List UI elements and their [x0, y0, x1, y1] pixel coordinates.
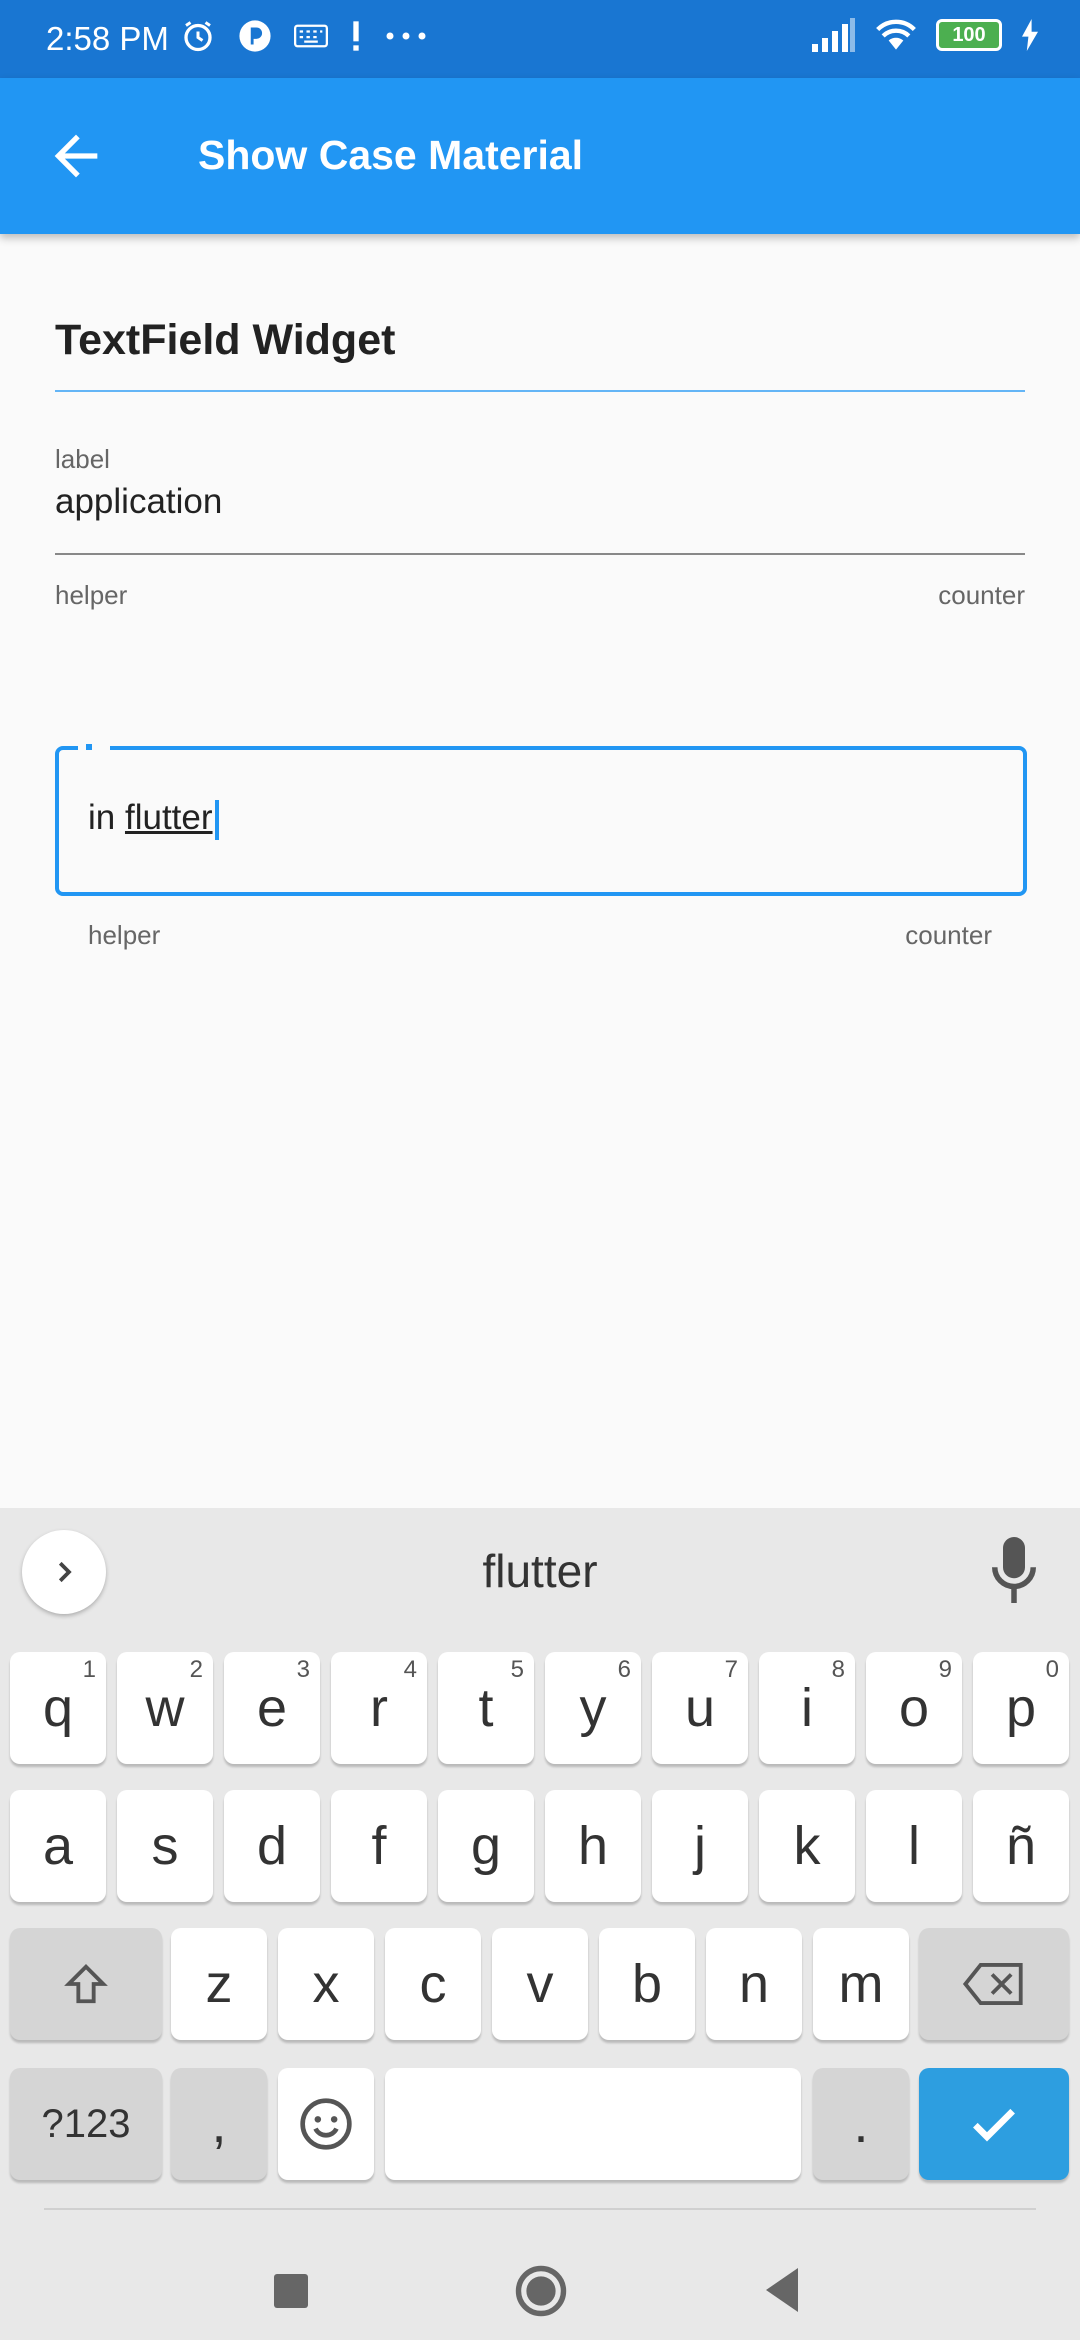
- more-icon: [386, 32, 426, 40]
- key-s[interactable]: s: [117, 1790, 213, 1902]
- page-title: Show Case Material: [198, 132, 584, 178]
- battery-icon: 100: [936, 19, 1002, 51]
- field2-current-word: flutter: [124, 798, 213, 837]
- key-q[interactable]: q1: [10, 1652, 106, 1764]
- status-icons-right: 100: [810, 18, 1040, 52]
- checkmark-icon: [973, 2108, 1015, 2142]
- key-k[interactable]: k: [759, 1790, 855, 1902]
- keyboard-divider: [44, 2208, 1036, 2210]
- key-e[interactable]: e3: [224, 1652, 320, 1764]
- field2-value[interactable]: in flutter: [88, 798, 219, 840]
- status-time: 2:58 PM: [46, 20, 169, 57]
- key-l[interactable]: l: [866, 1790, 962, 1902]
- field2-label-notch: [78, 740, 110, 756]
- key-i[interactable]: i8: [759, 1652, 855, 1764]
- field1-input[interactable]: application: [55, 482, 222, 522]
- back-triangle-icon[interactable]: [762, 2266, 802, 2314]
- key-p[interactable]: p0: [973, 1652, 1069, 1764]
- section-divider: [55, 390, 1025, 392]
- key-z[interactable]: z: [171, 1928, 267, 2040]
- field2-counter: counter: [905, 920, 992, 950]
- key-r[interactable]: r4: [331, 1652, 427, 1764]
- key-j[interactable]: j: [652, 1790, 748, 1902]
- comma-key[interactable]: ,: [171, 2068, 267, 2180]
- text-cursor: [214, 799, 219, 840]
- key-o[interactable]: o9: [866, 1652, 962, 1764]
- microphone-icon[interactable]: [992, 1536, 1036, 1604]
- key-c[interactable]: c: [385, 1928, 481, 2040]
- recents-icon[interactable]: [274, 2274, 308, 2308]
- keyboard-icon: [294, 24, 328, 48]
- key-h[interactable]: h: [545, 1790, 641, 1902]
- key-v[interactable]: v: [492, 1928, 588, 2040]
- period-key[interactable]: .: [813, 2068, 909, 2180]
- system-nav-bar: [0, 2212, 1080, 2340]
- suggestion-bar: flutter: [0, 1508, 1080, 1636]
- home-icon[interactable]: [514, 2264, 568, 2318]
- arrow-back-icon[interactable]: [44, 124, 108, 188]
- key-u[interactable]: u7: [652, 1652, 748, 1764]
- key-d[interactable]: d: [224, 1790, 320, 1902]
- key-b[interactable]: b: [599, 1928, 695, 2040]
- status-bar: 2:58 PM 100: [0, 0, 1080, 78]
- backspace-icon: [962, 1963, 1023, 2005]
- shift-key[interactable]: [10, 1928, 162, 2040]
- charging-icon: [1022, 19, 1038, 51]
- field2-helper: helper: [88, 920, 161, 950]
- wifi-icon: [876, 19, 916, 50]
- field1-counter: counter: [938, 580, 1025, 610]
- key-g[interactable]: g: [438, 1790, 534, 1902]
- suggestion-word[interactable]: flutter: [0, 1544, 1080, 1598]
- key-n-tilde[interactable]: ñ: [973, 1790, 1069, 1902]
- alarm-icon: [184, 21, 212, 52]
- space-key[interactable]: [385, 2068, 801, 2180]
- shift-icon: [64, 1964, 108, 2004]
- symbols-key[interactable]: ?123: [10, 2068, 162, 2180]
- field1-helper: helper: [55, 580, 128, 610]
- section-title: TextField Widget: [55, 316, 396, 364]
- key-w[interactable]: w2: [117, 1652, 213, 1764]
- app-bar: Show Case Material: [0, 78, 1080, 234]
- field1-label: label: [55, 444, 110, 474]
- emoji-key[interactable]: [278, 2068, 374, 2180]
- emoji-icon: [300, 2098, 352, 2150]
- alert-icon: [353, 21, 359, 51]
- key-m[interactable]: m: [813, 1928, 909, 2040]
- signal-icon: [812, 18, 855, 52]
- key-f[interactable]: f: [331, 1790, 427, 1902]
- status-icons-left: [180, 18, 428, 54]
- backspace-key[interactable]: [919, 1928, 1069, 2040]
- field1-underline: [55, 553, 1025, 555]
- key-x[interactable]: x: [278, 1928, 374, 2040]
- done-key[interactable]: [919, 2068, 1069, 2180]
- key-a[interactable]: a: [10, 1790, 106, 1902]
- field2-prefix-word: in: [88, 798, 116, 837]
- field2-notch-mark: [86, 744, 92, 750]
- circle-app-icon: [239, 20, 271, 52]
- key-t[interactable]: t5: [438, 1652, 534, 1764]
- key-y[interactable]: y6: [545, 1652, 641, 1764]
- key-n[interactable]: n: [706, 1928, 802, 2040]
